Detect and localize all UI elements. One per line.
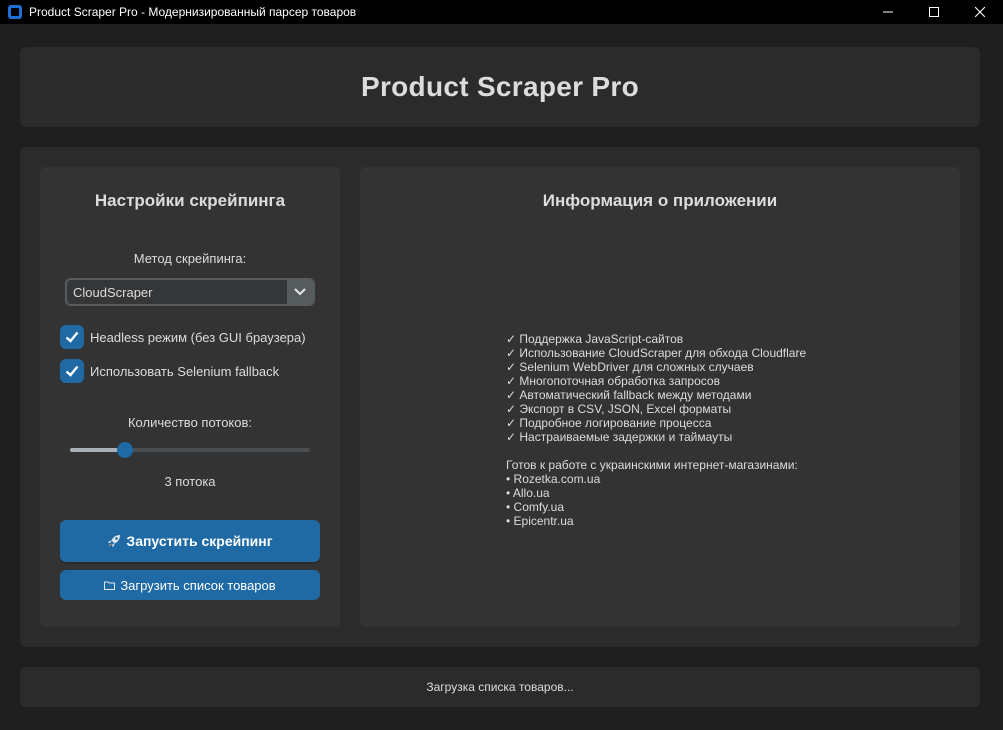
headless-checkbox[interactable]: [60, 325, 84, 349]
rocket-icon: [107, 534, 121, 548]
start-scraping-button[interactable]: Запустить скрейпинг: [60, 520, 320, 562]
selenium-label: Использовать Selenium fallback: [90, 363, 280, 379]
window-controls: [865, 0, 1003, 24]
header-panel: Product Scraper Pro: [20, 47, 980, 127]
method-label: Метод скрейпинга:: [133, 251, 247, 266]
headless-label: Headless режим (без GUI браузера): [90, 329, 306, 345]
status-bar: Загрузка списка товаров...: [20, 667, 980, 707]
folder-icon: [104, 581, 116, 590]
maximize-icon: [929, 7, 939, 17]
store-item: • Allo.ua: [506, 486, 550, 500]
settings-panel: Настройки скрейпинга Метод скрейпинга: C…: [40, 167, 340, 627]
status-text: Загрузка списка товаров...: [426, 680, 574, 694]
feature-item: ✓ Экспорт в CSV, JSON, Excel форматы: [506, 402, 732, 416]
info-title: Информация о приложении: [542, 191, 778, 210]
threads-label: Количество потоков:: [127, 415, 253, 430]
slider-handle[interactable]: [117, 442, 134, 458]
load-products-button[interactable]: Загрузить список товаров: [60, 570, 320, 600]
load-products-label: Загрузить список товаров: [120, 577, 276, 593]
stores-heading: Готов к работе с украинскими интернет-ма…: [506, 458, 798, 472]
store-item: • Epicentr.ua: [506, 514, 574, 528]
checkmark-icon: [65, 365, 79, 377]
method-select-value: CloudScraper: [73, 284, 153, 300]
title-bar: Product Scraper Pro - Модернизированный …: [0, 0, 1003, 24]
selenium-checkbox[interactable]: [60, 359, 84, 383]
info-text: ✓ Поддержка JavaScript-сайтов ✓ Использо…: [506, 332, 806, 528]
feature-item: ✓ Поддержка JavaScript-сайтов: [506, 332, 684, 346]
feature-item: ✓ Selenium WebDriver для сложных случаев: [506, 360, 754, 374]
minimize-icon: [883, 11, 893, 13]
maximize-button[interactable]: [911, 0, 957, 24]
store-item: • Rozetka.com.ua: [506, 472, 601, 486]
threads-value: 3 потока: [164, 474, 216, 489]
store-item: • Comfy.ua: [506, 500, 564, 514]
feature-item: ✓ Использование CloudScraper для обхода …: [506, 346, 807, 360]
selenium-checkbox-row[interactable]: Использовать Selenium fallback: [60, 359, 279, 383]
chevron-down-icon[interactable]: [287, 280, 313, 304]
start-scraping-label: Запустить скрейпинг: [126, 533, 273, 549]
feature-item: ✓ Автоматический fallback между методами: [506, 388, 752, 402]
minimize-button[interactable]: [865, 0, 911, 24]
feature-item: ✓ Многопоточная обработка запросов: [506, 374, 720, 388]
close-button[interactable]: [957, 0, 1003, 24]
method-select[interactable]: CloudScraper: [65, 278, 315, 306]
info-panel: Информация о приложении ✓ Поддержка Java…: [360, 167, 960, 627]
checkmark-icon: [65, 331, 79, 343]
app-title: Product Scraper Pro: [360, 71, 639, 102]
feature-item: ✓ Настраиваемые задержки и таймауты: [506, 430, 733, 444]
window-title: Product Scraper Pro - Модернизированный …: [29, 5, 357, 19]
threads-slider[interactable]: [70, 442, 310, 458]
app-icon: [8, 5, 22, 19]
main-panel: Настройки скрейпинга Метод скрейпинга: C…: [20, 147, 980, 647]
headless-checkbox-row[interactable]: Headless режим (без GUI браузера): [60, 325, 306, 349]
close-icon: [975, 7, 985, 17]
settings-title: Настройки скрейпинга: [94, 191, 286, 210]
feature-item: ✓ Подробное логирование процесса: [506, 416, 712, 430]
